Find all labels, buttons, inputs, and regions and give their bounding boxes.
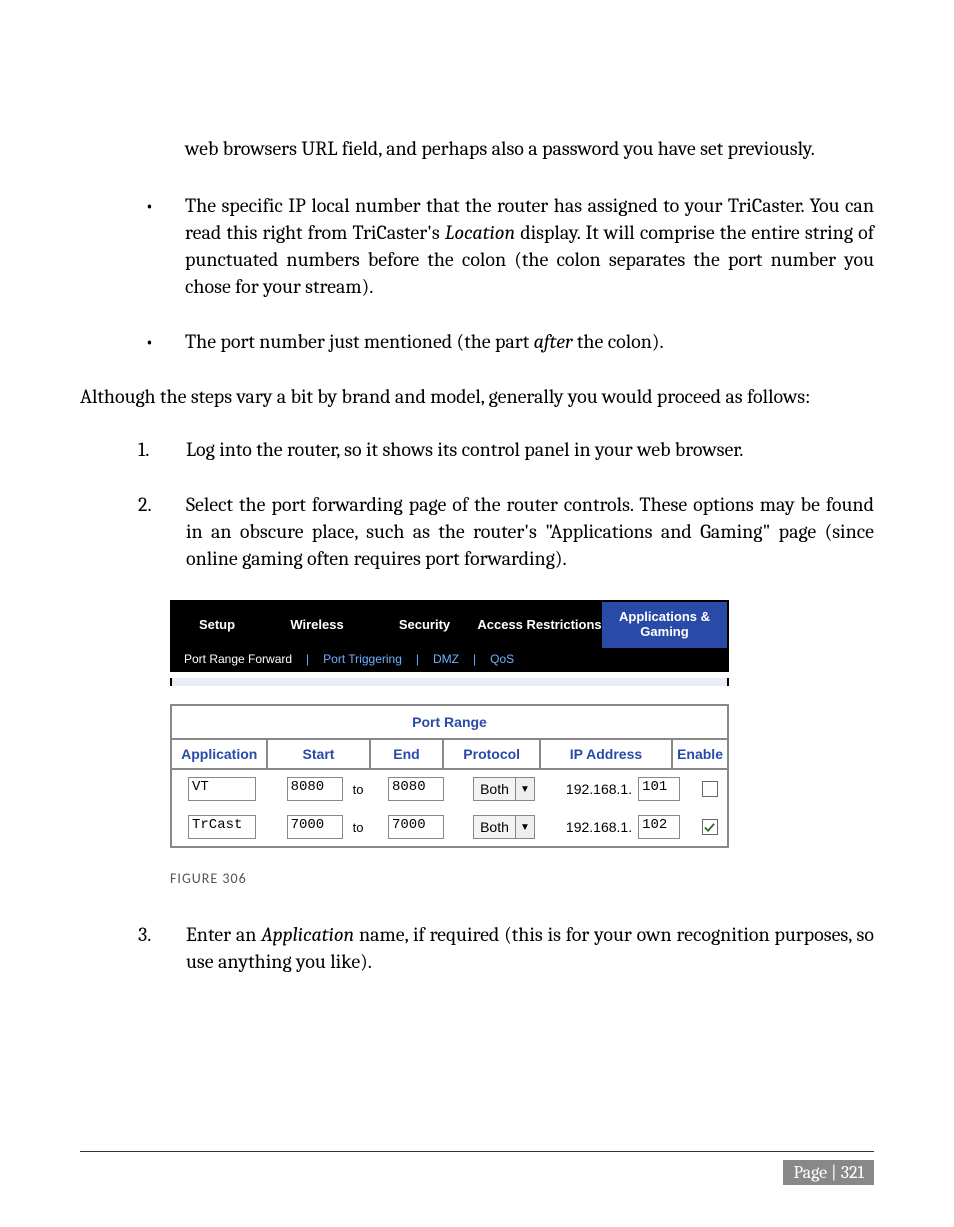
figure-caption: FIGURE 306: [170, 870, 874, 887]
step-item-2: Select the port forwarding page of the r…: [138, 491, 874, 572]
col-header-start: Start: [268, 740, 370, 768]
bullet-item: The specific IP local number that the ro…: [145, 192, 874, 300]
subnav-separator: |: [471, 648, 478, 672]
subnav-qos[interactable]: QoS: [478, 648, 526, 672]
col-header-application: Application: [172, 740, 268, 768]
nav-tab-wireless[interactable]: Wireless: [262, 602, 372, 648]
protocol-value: Both: [474, 781, 515, 797]
port-range-title: Port Range: [172, 706, 727, 740]
ip-last-octet-input[interactable]: 101: [638, 777, 680, 801]
subnav-separator: |: [414, 648, 421, 672]
step3-pre: Enter an: [186, 923, 261, 946]
bullet-text-em: after: [534, 330, 573, 353]
start-port-input[interactable]: 8080: [287, 777, 343, 801]
step3-em: Application: [261, 923, 354, 946]
protocol-select[interactable]: Both ▼: [473, 815, 535, 839]
page-footer: Page | 321: [80, 1151, 874, 1185]
ip-prefix: 192.168.1.: [566, 819, 632, 835]
application-input[interactable]: TrCast: [188, 815, 256, 839]
col-header-ip: IP Address: [541, 740, 673, 768]
chevron-down-icon: ▼: [515, 816, 534, 838]
nav-tab-applications[interactable]: Applications & Gaming: [602, 602, 727, 648]
ip-prefix: 192.168.1.: [566, 781, 632, 797]
page-number: 321: [841, 1162, 864, 1183]
ip-last-octet-input[interactable]: 102: [638, 815, 680, 839]
end-port-input[interactable]: 8080: [388, 777, 444, 801]
start-port-input[interactable]: 7000: [287, 815, 343, 839]
enable-checkbox[interactable]: [702, 781, 718, 797]
to-label: to: [353, 820, 364, 835]
step-item-3: Enter an Application name, if required (…: [138, 921, 874, 975]
bullet-text-pre: The port number just mentioned (the part: [185, 330, 534, 353]
nav-tab-security[interactable]: Security: [372, 602, 477, 648]
footer-label: Page |: [793, 1162, 840, 1183]
subnav-port-triggering[interactable]: Port Triggering: [311, 648, 414, 672]
subnav-dmz[interactable]: DMZ: [421, 648, 471, 672]
col-header-enable: Enable: [673, 740, 727, 768]
chevron-down-icon: ▼: [515, 778, 534, 800]
table-row: TrCast 7000 to 7000 Both ▼ 192.168.1. 102: [172, 808, 727, 846]
nav-tab-access[interactable]: Access Restrictions: [477, 602, 602, 648]
enable-checkbox[interactable]: [702, 819, 718, 835]
bullet-item: The port number just mentioned (the part…: [145, 328, 874, 355]
router-nav-screenshot: Setup Wireless Security Access Restricti…: [170, 600, 729, 672]
step-item-1: Log into the router, so it shows its con…: [138, 436, 874, 463]
to-label: to: [353, 782, 364, 797]
col-header-protocol: Protocol: [444, 740, 540, 768]
application-input[interactable]: VT: [188, 777, 256, 801]
bridge-paragraph: Although the steps vary a bit by brand a…: [80, 383, 874, 410]
nav-tab-setup[interactable]: Setup: [172, 602, 262, 648]
end-port-input[interactable]: 7000: [388, 815, 444, 839]
subnav-separator: |: [304, 648, 311, 672]
protocol-select[interactable]: Both ▼: [473, 777, 535, 801]
subnav-port-range-forward[interactable]: Port Range Forward: [172, 648, 304, 672]
bullet-text-post: the colon).: [573, 330, 664, 353]
port-range-table: Port Range Application Start End Protoco…: [170, 704, 729, 848]
continuation-paragraph: web browsers URL field, and perhaps also…: [185, 135, 874, 162]
protocol-value: Both: [474, 819, 515, 835]
col-header-end: End: [371, 740, 445, 768]
bullet-text-em: Location: [445, 221, 515, 244]
table-row: VT 8080 to 8080 Both ▼ 192.168.1. 101: [172, 770, 727, 808]
